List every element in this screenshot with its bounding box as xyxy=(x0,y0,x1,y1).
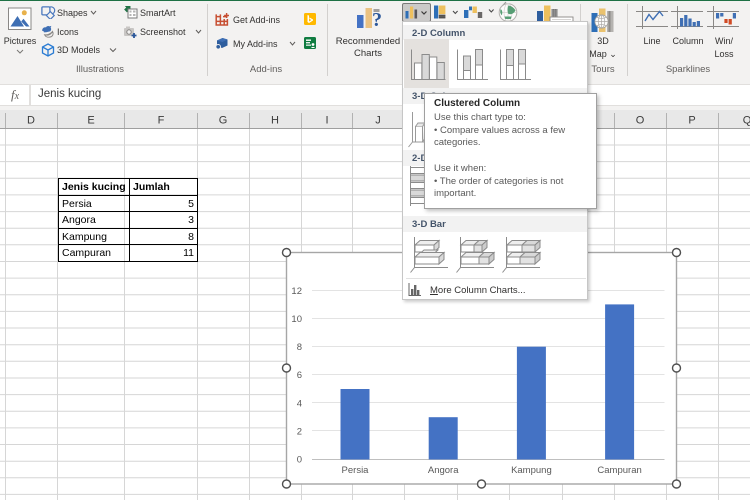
svg-text:10: 10 xyxy=(291,314,302,325)
svg-text:J: J xyxy=(375,115,381,127)
svg-text:?: ? xyxy=(372,9,382,31)
svg-text:4: 4 xyxy=(297,398,302,409)
svg-text:0: 0 xyxy=(297,455,302,466)
svg-text:Kampung: Kampung xyxy=(511,465,552,476)
svg-text:Campuran: Campuran xyxy=(597,465,641,476)
svg-text:Q: Q xyxy=(743,115,750,127)
svg-text:E: E xyxy=(87,115,94,127)
svg-text:2: 2 xyxy=(297,426,302,437)
svg-text:12: 12 xyxy=(291,286,302,297)
svg-text:G: G xyxy=(219,115,228,127)
svg-text:F: F xyxy=(158,115,165,127)
svg-text:O: O xyxy=(636,115,645,127)
svg-text:D: D xyxy=(27,115,35,127)
svg-text:H: H xyxy=(271,115,279,127)
svg-text:Angora: Angora xyxy=(428,465,459,476)
svg-text:Persia: Persia xyxy=(342,465,370,476)
svg-text:P: P xyxy=(688,115,695,127)
svg-text:8: 8 xyxy=(297,342,302,353)
svg-text:I: I xyxy=(325,115,328,127)
svg-text:6: 6 xyxy=(297,370,302,381)
